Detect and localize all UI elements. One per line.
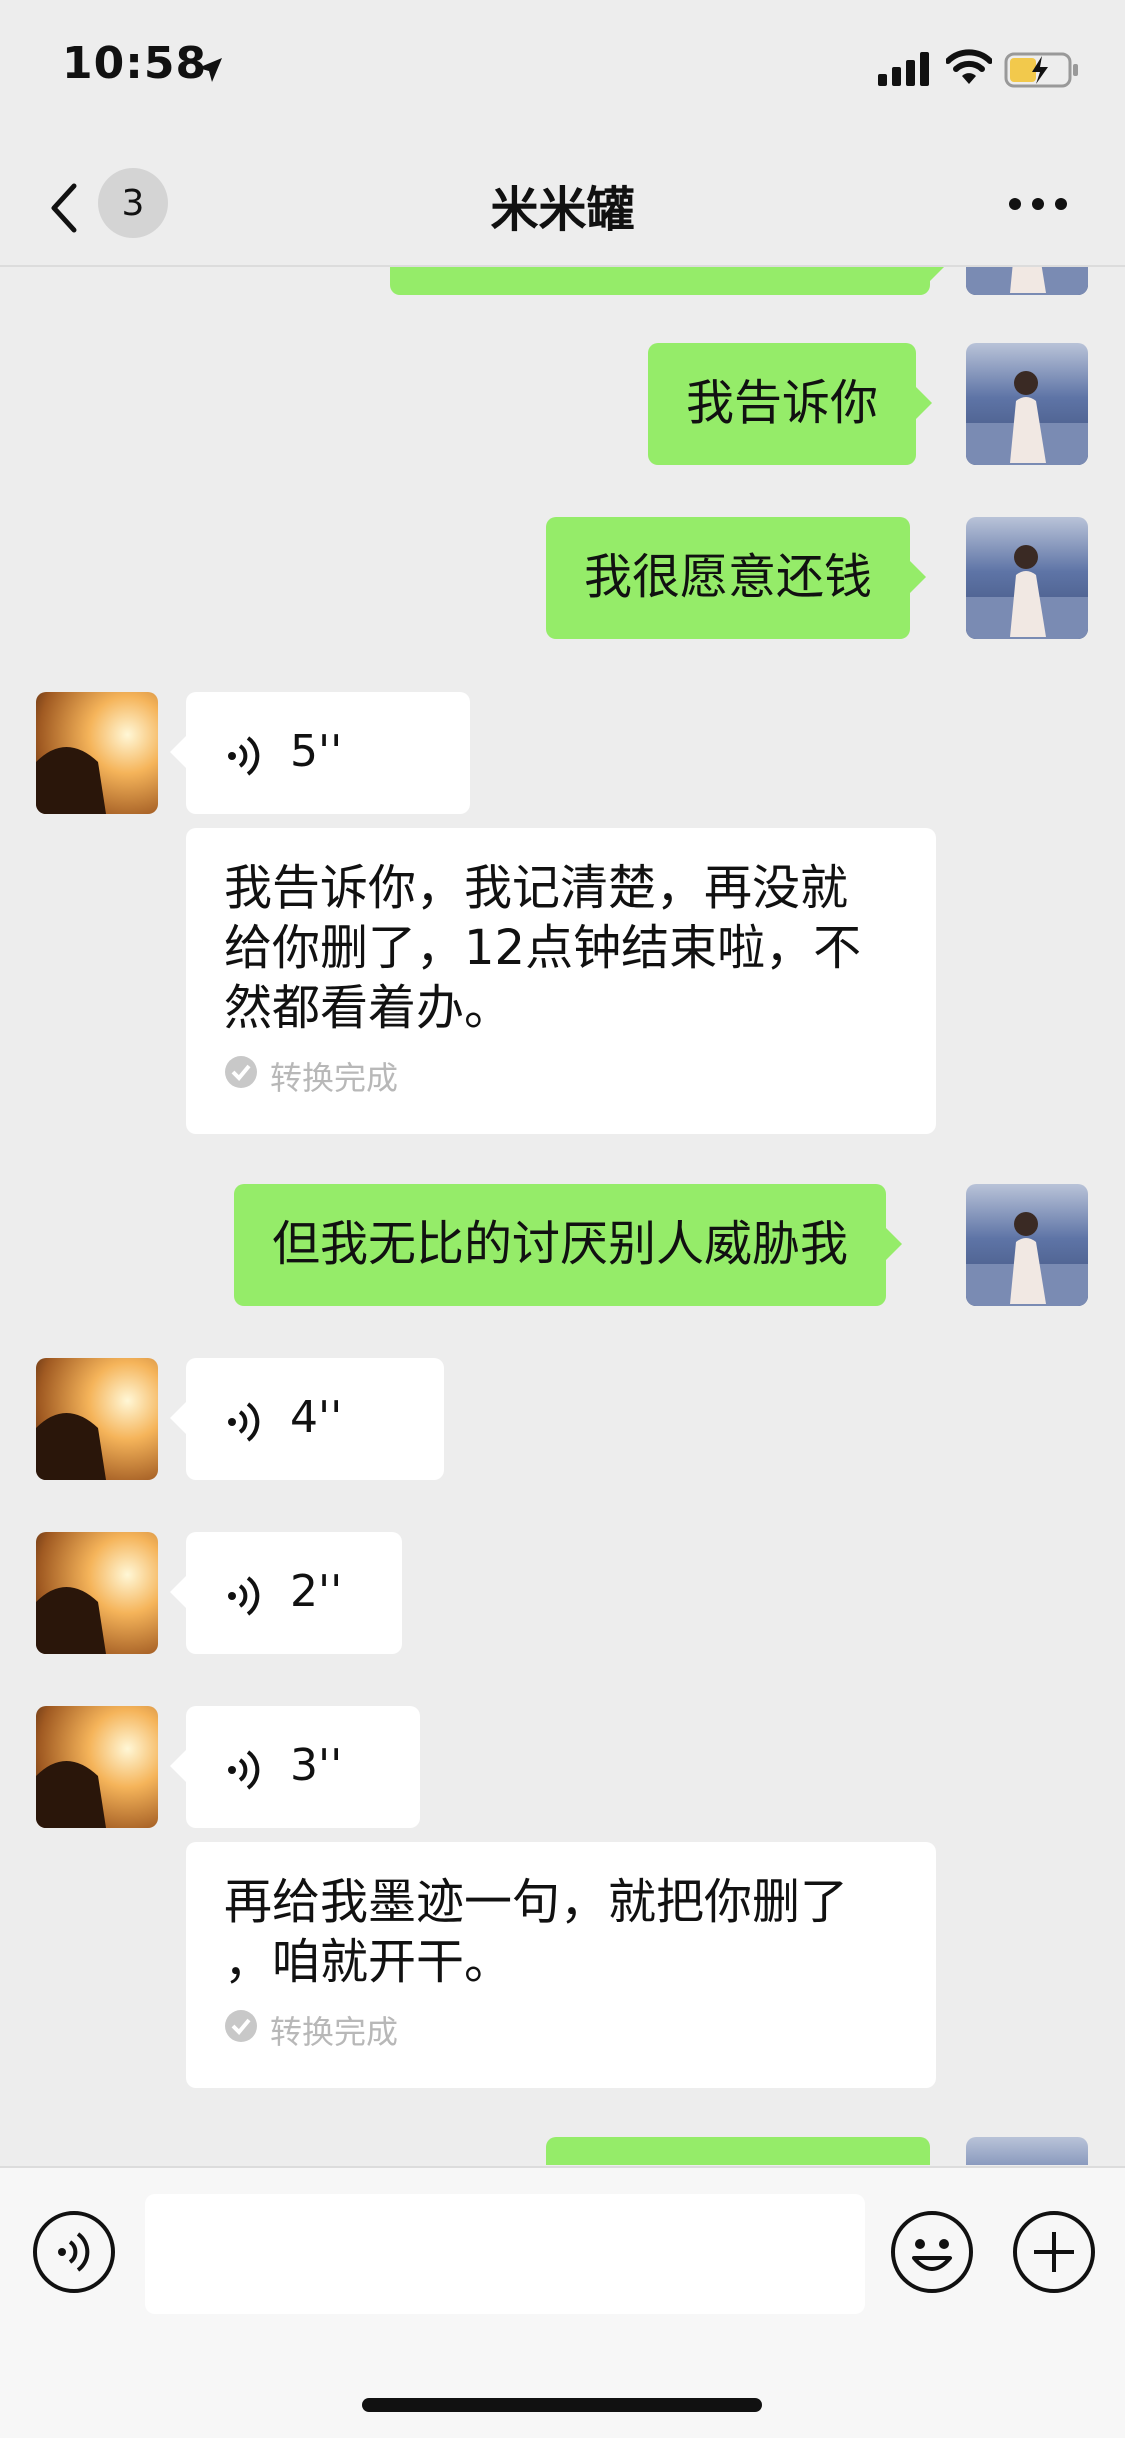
voice-transcript-m3[interactable]: 我告诉你，我记清楚，再没就 给你删了，12点钟结束啦，不 然都看着办。 转换完成: [186, 828, 936, 1134]
my-avatar[interactable]: [966, 2137, 1088, 2165]
contact-avatar[interactable]: [36, 1532, 158, 1654]
emoji-icon[interactable]: [890, 2210, 974, 2298]
status-bar: 10:58: [0, 0, 1125, 140]
chat-title: 米米罐: [490, 182, 635, 238]
transcript-text: 我告诉你，我记清楚，再没就 给你删了，12点钟结束啦，不 然都看着办。: [224, 860, 862, 1036]
message-text: 但我无比的讨厌别人威胁我: [272, 1216, 849, 1272]
transcript-text: 再给我墨迹一句，就把你删了 ，咱就开干。: [224, 1874, 849, 1990]
status-time: 10:58: [62, 38, 208, 89]
contact-avatar[interactable]: [36, 692, 158, 814]
message-bubble-partial[interactable]: [546, 2137, 930, 2165]
my-avatar[interactable]: [966, 517, 1088, 639]
check-circle-icon: [224, 2002, 258, 2062]
convert-status: 转换完成: [224, 1048, 398, 1108]
message-bubble-m2[interactable]: 我很愿意还钱: [546, 517, 927, 639]
signal-icon: [878, 52, 930, 90]
message-input[interactable]: [145, 2194, 865, 2314]
voice-wave-icon: [224, 732, 264, 792]
voice-mode-icon[interactable]: [32, 2210, 116, 2298]
voice-duration: 5'': [290, 726, 343, 777]
convert-status: 转换完成: [224, 2002, 398, 2062]
message-text: 我告诉你: [686, 375, 879, 431]
voice-message-m3[interactable]: 5'': [170, 692, 470, 814]
message-bubble-m4[interactable]: 但我无比的讨厌别人威胁我: [234, 1184, 903, 1306]
voice-wave-icon: [224, 1746, 264, 1806]
my-avatar[interactable]: [966, 343, 1088, 465]
message-bubble-m1[interactable]: 我告诉你: [648, 343, 933, 465]
voice-wave-icon: [224, 1572, 264, 1632]
message-bubble-partial[interactable]: [390, 265, 946, 295]
voice-duration: 2'': [290, 1566, 343, 1617]
voice-transcript-m7[interactable]: 再给我墨迹一句，就把你删了 ，咱就开干。 转换完成: [186, 1842, 936, 2088]
check-circle-icon: [224, 1048, 258, 1108]
battery-charging-icon: [1004, 52, 1080, 92]
voice-message-m6[interactable]: 2'': [170, 1532, 402, 1654]
my-avatar[interactable]: [966, 265, 1088, 295]
voice-message-m5[interactable]: 4'': [170, 1358, 444, 1480]
wifi-icon: [945, 48, 993, 90]
message-text: 我很愿意还钱: [584, 549, 873, 605]
nav-bar: 3 米米罐: [0, 140, 1125, 267]
my-avatar[interactable]: [966, 1184, 1088, 1306]
chat-area[interactable]: 我告诉你 我很愿意还钱 5'' 我告诉你，我记清楚，再没就 给你删了，12点钟结…: [0, 265, 1125, 2165]
contact-avatar[interactable]: [36, 1358, 158, 1480]
voice-duration: 4'': [290, 1392, 343, 1443]
location-arrow-icon: [196, 56, 224, 88]
voice-message-m7[interactable]: 3'': [170, 1706, 420, 1828]
contact-avatar[interactable]: [36, 1706, 158, 1828]
voice-wave-icon: [224, 1398, 264, 1458]
voice-duration: 3'': [290, 1740, 343, 1791]
home-indicator[interactable]: [362, 2398, 762, 2412]
more-icon[interactable]: [1008, 196, 1068, 215]
plus-icon[interactable]: [1012, 2210, 1096, 2298]
